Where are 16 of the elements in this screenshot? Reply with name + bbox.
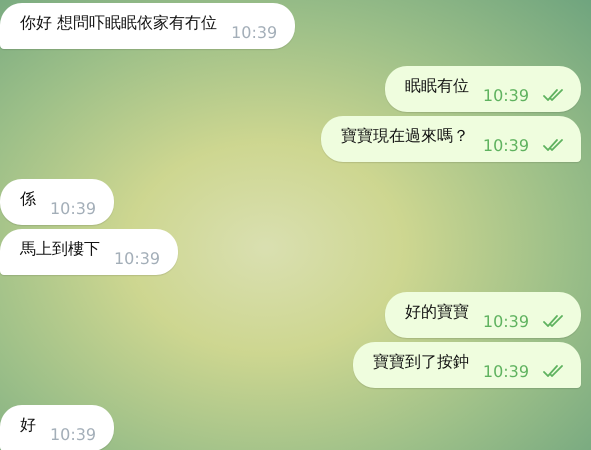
message-time: 10:39 (482, 362, 529, 380)
message-text: 馬上到樓下 (20, 238, 100, 260)
message-text: 你好 想問吓眠眠依家有冇位 (20, 12, 218, 34)
message-text: 寶寶現在過來嗎？ (340, 126, 469, 146)
message-text: 寶寶到了按鈡 (372, 352, 469, 372)
message-text: 係 (20, 188, 36, 210)
message-time: 10:39 (50, 198, 96, 218)
message-time: 10:39 (50, 424, 96, 444)
message-time: 10:39 (482, 136, 529, 154)
message-text: 眠眠有位 (404, 76, 469, 96)
message-time: 10:39 (482, 86, 529, 104)
message-time: 10:39 (482, 312, 529, 330)
message-text: 好的寶寶 (404, 302, 469, 322)
message-time: 10:39 (231, 22, 278, 42)
message-text: 好 (20, 414, 36, 436)
message-time: 10:39 (114, 248, 160, 268)
